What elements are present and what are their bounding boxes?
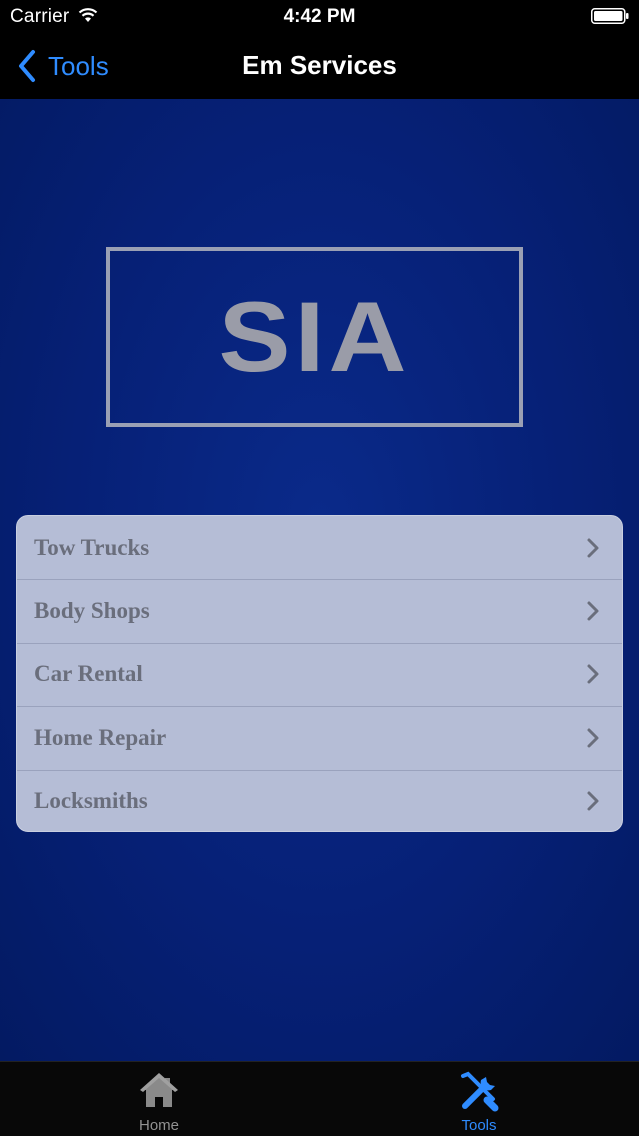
status-time: 4:42 PM — [283, 6, 356, 27]
chevron-right-icon — [587, 601, 599, 621]
sia-logo: SIA — [106, 247, 523, 427]
tab-tools[interactable]: Tools — [399, 1062, 559, 1136]
list-item-label: Body Shops — [34, 598, 150, 624]
house-icon — [140, 1073, 178, 1107]
list-item-car-rental[interactable]: Car Rental — [17, 642, 622, 706]
main-content: SIA Tow Trucks Body Shops Car Rental Hom… — [0, 99, 639, 1061]
list-item-home-repair[interactable]: Home Repair — [17, 706, 622, 769]
list-item-label: Tow Trucks — [34, 534, 150, 560]
logo-text: SIA — [218, 280, 411, 393]
status-bar: Carrier 4:42 PM — [0, 0, 639, 33]
list-item-body-shops[interactable]: Body Shops — [17, 579, 622, 642]
list-item-label: Home Repair — [34, 724, 167, 750]
list-item-label: Car Rental — [34, 661, 143, 687]
list-item-tow-trucks[interactable]: Tow Trucks — [17, 516, 622, 579]
tools-icon — [461, 1071, 499, 1112]
tab-home-label: Home — [138, 1117, 179, 1134]
services-list: Tow Trucks Body Shops Car Rental Home Re… — [16, 515, 623, 832]
list-item-label: Locksmiths — [34, 788, 148, 814]
chevron-right-icon — [587, 791, 599, 811]
chevron-right-icon — [587, 538, 599, 558]
tab-tools-label: Tools — [461, 1117, 497, 1134]
list-item-locksmiths[interactable]: Locksmiths — [17, 769, 622, 831]
tab-home[interactable]: Home — [79, 1062, 239, 1136]
navigation-bar: Tools Em Services — [0, 33, 639, 99]
tab-bar: Home Tools — [0, 1061, 639, 1136]
battery-icon — [591, 8, 629, 24]
chevron-right-icon — [587, 728, 599, 748]
chevron-right-icon — [587, 664, 599, 684]
page-title: Em Services — [242, 50, 397, 80]
